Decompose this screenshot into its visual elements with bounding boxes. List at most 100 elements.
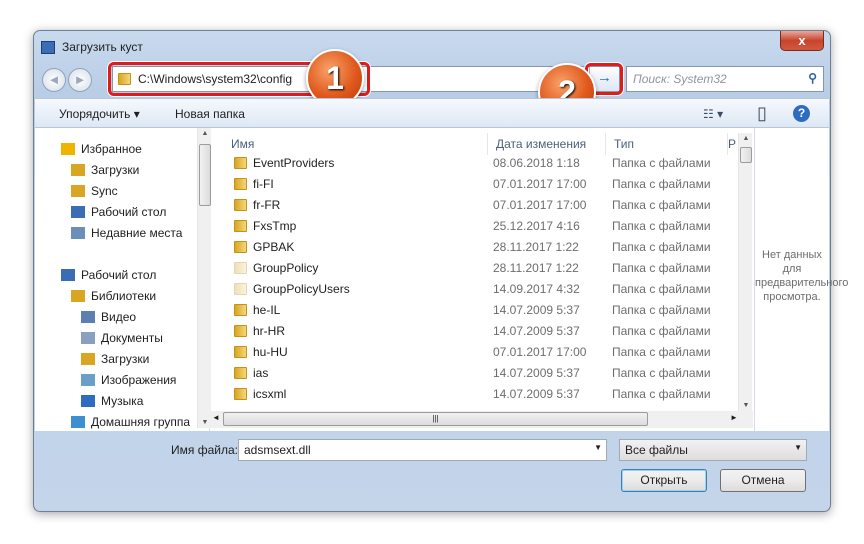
sidebar-item-label: Рабочий стол	[81, 268, 157, 282]
sidebar-item[interactable]: Недавние места	[71, 223, 182, 243]
navigation-pane: Избранное Загрузки Sync Рабочий стол Недавни…	[35, 128, 210, 431]
sidebar-item[interactable]: Загрузки	[81, 349, 149, 369]
forward-button[interactable]: ►	[68, 68, 92, 92]
column-size[interactable]: Р	[728, 133, 738, 155]
file-name: GroupPolicy	[253, 261, 319, 275]
file-type: Папка с файлами	[612, 282, 711, 296]
file-date: 25.12.2017 4:16	[493, 219, 580, 233]
file-type: Папка с файлами	[612, 219, 711, 233]
cancel-button[interactable]: Отмена	[720, 469, 806, 492]
help-button[interactable]: ?	[793, 105, 810, 122]
sidebar-item[interactable]: Избранное	[61, 139, 142, 159]
pictures-icon	[81, 374, 95, 386]
file-type: Папка с файлами	[612, 198, 711, 212]
sidebar-item[interactable]: Библиотеки	[71, 286, 156, 306]
file-date: 28.11.2017 1:22	[493, 240, 579, 254]
folder-icon	[234, 283, 247, 295]
new-folder-button[interactable]: Новая папка	[175, 107, 245, 121]
file-name: EventProviders	[253, 156, 335, 170]
sidebar-item[interactable]: Изображения	[81, 370, 176, 390]
file-name: GPBAK	[253, 240, 295, 254]
file-row[interactable]: GroupPolicyUsers 14.09.2017 4:32 Папка с…	[223, 279, 737, 300]
file-date: 14.07.2009 5:37	[493, 324, 580, 338]
list-scrollbar[interactable]: ▲ ▼	[738, 133, 752, 411]
folder-icon	[234, 304, 247, 316]
file-row[interactable]: GPBAK 28.11.2017 1:22 Папка с файлами	[223, 237, 737, 258]
sidebar-item-label: Недавние места	[91, 226, 183, 240]
folder-icon	[234, 388, 247, 400]
file-row[interactable]: he-IL 14.07.2009 5:37 Папка с файлами	[223, 300, 737, 321]
file-name: hr-HR	[253, 324, 285, 338]
filename-label: Имя файла:	[171, 443, 238, 457]
music-icon	[81, 395, 95, 407]
file-row[interactable]: EventProviders 08.06.2018 1:18 Папка с ф…	[223, 153, 737, 174]
file-type: Папка с файлами	[612, 261, 711, 275]
filename-input[interactable]: adsmsext.dll ▼	[238, 439, 607, 461]
file-date: 08.06.2018 1:18	[493, 156, 580, 170]
star-icon	[61, 143, 75, 155]
column-name[interactable]: Имя	[223, 133, 488, 155]
sidebar-item[interactable]: Рабочий стол	[61, 265, 156, 285]
sidebar-item[interactable]: Рабочий стол	[71, 202, 166, 222]
file-type-select[interactable]: Все файлы ▼	[619, 439, 807, 461]
column-type[interactable]: Тип	[606, 133, 728, 155]
desktop-icon	[61, 269, 75, 281]
file-row[interactable]: hu-HU 07.01.2017 17:00 Папка с файлами	[223, 342, 737, 363]
file-name: fr-FR	[253, 198, 281, 212]
search-icon[interactable]: ⚲	[808, 71, 817, 85]
sidebar-item-label: Изображения	[101, 373, 177, 387]
file-row[interactable]: hr-HR 14.07.2009 5:37 Папка с файлами	[223, 321, 737, 342]
filename-value[interactable]: adsmsext.dll	[244, 443, 311, 457]
file-date: 14.07.2009 5:37	[493, 366, 580, 380]
file-name: hu-HU	[253, 345, 288, 359]
file-row[interactable]: fi-FI 07.01.2017 17:00 Папка с файлами	[223, 174, 737, 195]
sidebar-item[interactable]: Документы	[81, 328, 163, 348]
desktop-icon	[71, 206, 85, 218]
file-date: 28.11.2017 1:22	[493, 261, 579, 275]
downloads-icon	[81, 353, 95, 365]
folder-icon	[234, 220, 247, 232]
preview-pane-button[interactable]: ▯	[757, 103, 767, 124]
close-button[interactable]: x	[780, 31, 824, 51]
sidebar-item[interactable]: Видео	[81, 307, 136, 327]
sidebar-item-label: Загрузки	[101, 352, 150, 366]
open-button[interactable]: Открыть	[621, 469, 707, 492]
horizontal-scrollbar[interactable]: ||| ◄ ►	[210, 411, 753, 428]
homegroup-icon	[71, 416, 85, 428]
views-button[interactable]: ☷ ▾	[703, 107, 723, 121]
file-date: 14.09.2017 4:32	[493, 282, 580, 296]
file-type: Папка с файлами	[612, 366, 711, 380]
sidebar-item[interactable]: Sync	[71, 181, 118, 201]
sidebar-item-label: Sync	[91, 184, 118, 198]
documents-icon	[81, 332, 95, 344]
search-placeholder: Поиск: System32	[633, 72, 727, 86]
file-type: Папка с файлами	[612, 303, 711, 317]
folder-icon	[234, 262, 247, 274]
search-input[interactable]: Поиск: System32 ⚲	[626, 66, 824, 92]
libraries-icon	[71, 290, 85, 302]
file-row[interactable]: ias 14.07.2009 5:37 Папка с файлами	[223, 363, 737, 384]
load-hive-dialog: Загрузить куст x ◄ ► C:\Windows\system32…	[33, 30, 848, 512]
file-row[interactable]: FxsTmp 25.12.2017 4:16 Папка с файлами	[223, 216, 737, 237]
video-icon	[81, 311, 95, 323]
folder-icon	[234, 367, 247, 379]
file-name: icsxml	[253, 387, 287, 401]
sidebar-item-label: Документы	[101, 331, 163, 345]
sidebar-item[interactable]: Музыка	[81, 391, 143, 411]
sidebar-scrollbar[interactable]: ▲ ▼	[197, 128, 211, 428]
file-type: Папка с файлами	[612, 345, 711, 359]
file-row[interactable]: GroupPolicy 28.11.2017 1:22 Папка с файл…	[223, 258, 737, 279]
file-row[interactable]: icsxml 14.07.2009 5:37 Папка с файлами	[223, 384, 737, 405]
sidebar-item[interactable]: Домашняя группа	[71, 412, 190, 432]
downloads-icon	[71, 164, 85, 176]
file-type: Папка с файлами	[612, 156, 711, 170]
preview-pane: Нет данных для предварительного просмотр…	[754, 128, 848, 431]
organize-button[interactable]: Упорядочить ▾	[59, 107, 140, 121]
file-date: 07.01.2017 17:00	[493, 345, 587, 359]
back-button[interactable]: ◄	[42, 68, 66, 92]
file-date: 14.07.2009 5:37	[493, 303, 580, 317]
file-row[interactable]: fr-FR 07.01.2017 17:00 Папка с файлами	[223, 195, 737, 216]
sidebar-item[interactable]: Загрузки	[71, 160, 139, 180]
folder-icon	[234, 178, 247, 190]
column-date[interactable]: Дата изменения	[488, 133, 606, 155]
